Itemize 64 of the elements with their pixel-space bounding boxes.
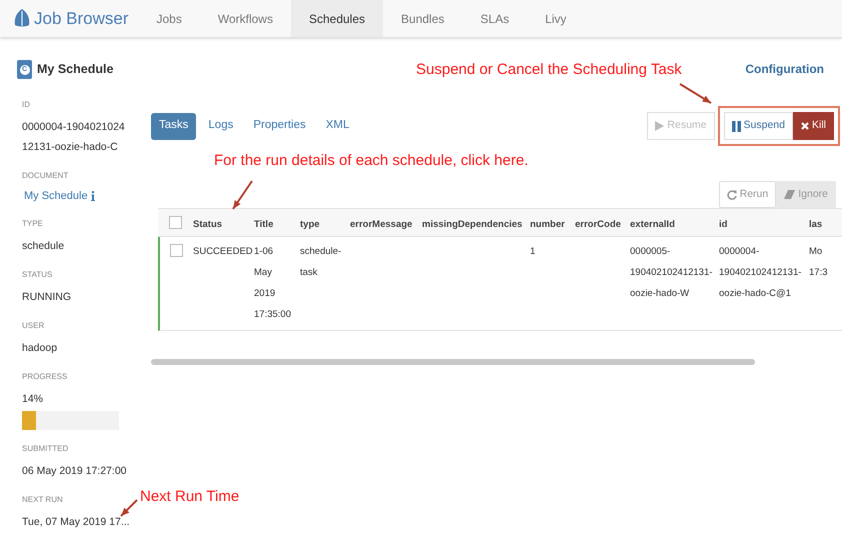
- column-header[interactable]: Status: [193, 218, 222, 230]
- column-header[interactable]: type: [300, 218, 320, 230]
- table-cell-text: 0000005-190402102412131-oozie-hado-W: [630, 245, 714, 301]
- page-title: My Schedule: [37, 61, 114, 78]
- action-button[interactable]: Suspend: [724, 112, 793, 140]
- checkbox[interactable]: [169, 216, 182, 229]
- nav-tab[interactable]: Jobs: [138, 0, 200, 37]
- field-value: schedule: [22, 238, 64, 254]
- column-header[interactable]: Title: [254, 218, 274, 230]
- brand-title[interactable]: Job Browser: [34, 6, 128, 32]
- column-header[interactable]: id: [719, 218, 728, 230]
- action-button[interactable]: Kill: [792, 112, 834, 140]
- annotation-text: Next Run Time: [140, 487, 240, 507]
- annotation-arrow: [679, 83, 712, 104]
- table-row[interactable]: SUCCEEDED 1-06 May 2019 17:35:00 schedule-task 1 0000005-190402102412131-oozie-hado-W 0000004-190402102412131-oozie-hado-C@1 Mo 17:3: [158, 237, 842, 331]
- document-link[interactable]: My Schedule: [24, 188, 88, 204]
- table-cell-text: 1-06 May 2019 17:35:00: [254, 245, 291, 322]
- column-header[interactable]: externalId: [630, 218, 675, 230]
- field-label: ID: [22, 99, 31, 111]
- pause-icon: [732, 120, 741, 132]
- table-cell-text: Mo 17:3: [809, 245, 828, 280]
- column-header[interactable]: number: [530, 218, 565, 230]
- close-icon: [800, 122, 809, 130]
- content-tab[interactable]: Logs: [200, 112, 242, 140]
- field-value: 14%: [22, 392, 44, 406]
- horizontal-scrollbar[interactable]: [151, 359, 755, 365]
- annotation-arrow: [120, 499, 138, 517]
- column-header[interactable]: errorCode: [575, 218, 621, 230]
- configuration-link[interactable]: Configuration: [745, 60, 824, 78]
- annotation-arrow: [232, 180, 253, 210]
- column-header[interactable]: las: [809, 218, 822, 230]
- nav-tab[interactable]: Livy: [527, 0, 584, 37]
- table-cell-text: schedule-task: [300, 245, 342, 280]
- refresh-icon: [726, 190, 737, 200]
- checkbox[interactable]: [170, 244, 183, 257]
- table-cell-text: 0000004-190402102412131-oozie-hado-C@1: [719, 245, 802, 301]
- table-cell-text: 1: [530, 245, 536, 259]
- field-value: Tue, 07 May 2019 17...: [22, 514, 130, 530]
- field-value: RUNNING: [22, 290, 71, 304]
- field-label: DOCUMENT: [22, 170, 70, 182]
- nav-tab[interactable]: Bundles: [383, 0, 462, 37]
- content-tab[interactable]: Tasks: [151, 112, 196, 140]
- info-icon: [90, 191, 95, 202]
- play-icon: [655, 121, 664, 131]
- nav-tab[interactable]: Workflows: [200, 0, 291, 37]
- field-value: 0000004-190402102412131-oozie-hado-C: [22, 120, 126, 155]
- annotation-text: For the run details of each schedule, click here.: [214, 151, 530, 171]
- column-header[interactable]: errorMessage: [350, 218, 412, 230]
- field-label: STATUS: [22, 268, 54, 280]
- field-label: TYPE: [22, 218, 44, 230]
- table-cell-text: SUCCEEDED: [193, 245, 252, 259]
- content-tab[interactable]: XML: [318, 112, 358, 140]
- logo-icon: [14, 9, 30, 28]
- annotation-text: Suspend or Cancel the Scheduling Task: [416, 60, 682, 80]
- field-value: hadoop: [22, 340, 58, 356]
- nav-tab[interactable]: SLAs: [462, 0, 528, 37]
- field-value: 06 May 2019 17:27:00: [22, 464, 126, 478]
- field-label: USER: [22, 320, 46, 332]
- field-label: SUBMITTED: [22, 442, 70, 454]
- nav-tab[interactable]: Schedules: [290, 0, 384, 37]
- column-header[interactable]: missingDependencies: [422, 218, 522, 230]
- content-tab[interactable]: Properties: [245, 112, 314, 140]
- eraser-icon: [784, 190, 796, 199]
- field-label: PROGRESS: [22, 370, 68, 382]
